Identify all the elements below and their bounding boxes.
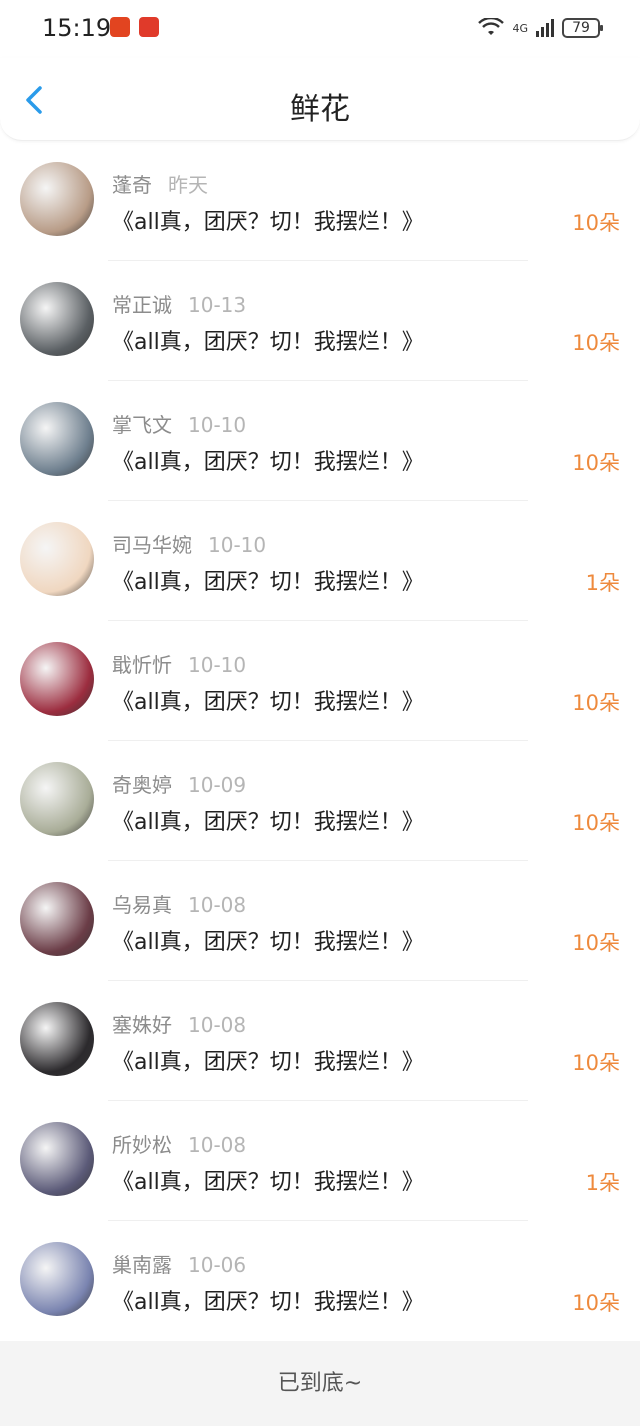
user-name: 所妙松 [112, 1133, 172, 1157]
item-title: 《all真，团厌？切！我摆烂！》 [112, 450, 424, 475]
date: 10-10 [208, 533, 267, 557]
user-name: 蓬奇 [112, 173, 152, 197]
avatar[interactable] [20, 1002, 94, 1076]
flower-count: 10朵 [572, 811, 620, 835]
avatar[interactable] [20, 162, 94, 236]
avatar[interactable] [20, 762, 94, 836]
flower-count: 10朵 [572, 691, 620, 715]
user-name: 奇奥婷 [112, 773, 172, 797]
avatar[interactable] [20, 522, 94, 596]
user-name: 司马华婉 [112, 533, 192, 557]
status-bar: 15:19 4G 79 [0, 0, 640, 58]
date: 10-10 [188, 413, 247, 437]
user-name: 常正诚 [112, 293, 172, 317]
flower-count: 10朵 [572, 931, 620, 955]
item-title: 《all真，团厌？切！我摆烂！》 [112, 930, 424, 955]
list-item[interactable]: 塞姝好 10-08 《all真，团厌？切！我摆烂！》 10朵 [0, 981, 640, 1101]
avatar[interactable] [20, 1242, 94, 1316]
date: 10-08 [188, 1133, 247, 1157]
item-title: 《all真，团厌？切！我摆烂！》 [112, 690, 424, 715]
avatar[interactable] [20, 642, 94, 716]
user-name: 塞姝好 [112, 1013, 172, 1037]
flower-count: 1朵 [585, 571, 620, 595]
date: 10-09 [188, 773, 247, 797]
item-title: 《all真，团厌？切！我摆烂！》 [112, 1290, 424, 1315]
flower-count: 10朵 [572, 331, 620, 355]
flower-list: 蓬奇 昨天 《all真，团厌？切！我摆烂！》 10朵 常正诚 10-13 《all真… [0, 141, 640, 1341]
item-title: 《all真，团厌？切！我摆烂！》 [112, 330, 424, 355]
network-type: 4G [512, 21, 528, 35]
list-item[interactable]: 所妙松 10-08 《all真，团厌？切！我摆烂！》 1朵 [0, 1101, 640, 1221]
user-name: 乌易真 [112, 893, 172, 917]
end-of-list-text: 已到底~ [0, 1341, 640, 1426]
user-name: 掌飞文 [112, 413, 172, 437]
flower-count: 10朵 [572, 211, 620, 235]
date: 10-08 [188, 1013, 247, 1037]
flower-count: 1朵 [585, 1171, 620, 1195]
flower-count: 10朵 [572, 451, 620, 475]
navigation-bar: 鲜花 [0, 58, 640, 141]
date: 昨天 [168, 173, 208, 197]
item-title: 《all真，团厌？切！我摆烂！》 [112, 210, 424, 235]
user-name: 巢南露 [112, 1253, 172, 1277]
wifi-icon [478, 18, 505, 35]
page-title: 鲜花 [290, 92, 350, 127]
list-item[interactable]: 常正诚 10-13 《all真，团厌？切！我摆烂！》 10朵 [0, 261, 640, 381]
list-item[interactable]: 巢南露 10-06 《all真，团厌？切！我摆烂！》 10朵 [0, 1221, 640, 1341]
item-title: 《all真，团厌？切！我摆烂！》 [112, 570, 424, 595]
battery-icon: 79 [562, 18, 603, 38]
status-right-group: 4G 79 [478, 16, 603, 40]
user-name: 戢忻忻 [112, 653, 172, 677]
app-notification-icon [139, 17, 159, 37]
date: 10-10 [188, 653, 247, 677]
signal-icon [536, 19, 554, 37]
avatar[interactable] [20, 882, 94, 956]
list-item[interactable]: 掌飞文 10-10 《all真，团厌？切！我摆烂！》 10朵 [0, 381, 640, 501]
list-item[interactable]: 戢忻忻 10-10 《all真，团厌？切！我摆烂！》 10朵 [0, 621, 640, 741]
list-item[interactable]: 司马华婉 10-10 《all真，团厌？切！我摆烂！》 1朵 [0, 501, 640, 621]
avatar[interactable] [20, 282, 94, 356]
date: 10-06 [188, 1253, 247, 1277]
avatar[interactable] [20, 402, 94, 476]
item-title: 《all真，团厌？切！我摆烂！》 [112, 1050, 424, 1075]
avatar[interactable] [20, 1122, 94, 1196]
date: 10-13 [188, 293, 247, 317]
status-time: 15:19 [42, 14, 112, 42]
list-item[interactable]: 乌易真 10-08 《all真，团厌？切！我摆烂！》 10朵 [0, 861, 640, 981]
taobao-app-icon [110, 17, 130, 37]
date: 10-08 [188, 893, 247, 917]
flower-count: 10朵 [572, 1051, 620, 1075]
list-item[interactable]: 奇奥婷 10-09 《all真，团厌？切！我摆烂！》 10朵 [0, 741, 640, 861]
list-item[interactable]: 蓬奇 昨天 《all真，团厌？切！我摆烂！》 10朵 [0, 141, 640, 261]
flower-count: 10朵 [572, 1291, 620, 1315]
item-title: 《all真，团厌？切！我摆烂！》 [112, 1170, 424, 1195]
item-title: 《all真，团厌？切！我摆烂！》 [112, 810, 424, 835]
